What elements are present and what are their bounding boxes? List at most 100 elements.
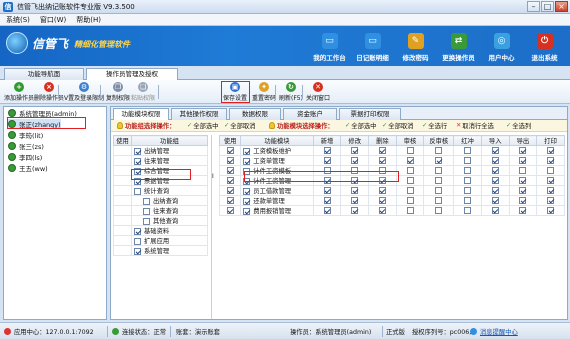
group-checkbox[interactable] — [143, 197, 150, 205]
group-row[interactable]: 系统管理 — [113, 245, 208, 256]
operator-item[interactable]: 李四(ls) — [8, 152, 42, 162]
group-row[interactable]: 扩展应用 — [113, 235, 208, 246]
perm-checkbox[interactable] — [464, 176, 472, 184]
perm-checkbox[interactable] — [351, 176, 359, 184]
perm-checkbox[interactable] — [491, 196, 499, 204]
use-checkbox[interactable] — [226, 176, 234, 184]
perm-checkbox[interactable] — [491, 186, 499, 194]
message-center-link[interactable]: 消息提醒中心 — [470, 327, 518, 336]
use-checkbox[interactable] — [226, 186, 234, 194]
perm-checkbox[interactable] — [464, 146, 472, 154]
group-select-all[interactable]: ✓ 全部选中 — [187, 121, 218, 130]
module-clear-all[interactable]: ✓ 全部取消 — [382, 121, 413, 130]
toolbar-delete-button[interactable]: × 删除操作员 — [34, 82, 64, 102]
perm-checkbox[interactable] — [435, 156, 443, 164]
module-row[interactable]: 计件工资模板 — [218, 165, 565, 176]
perm-checkbox[interactable] — [378, 196, 386, 204]
module-row[interactable]: 员工借款管理 — [218, 185, 565, 196]
perm-checkbox[interactable] — [378, 156, 386, 164]
perm-checkbox[interactable] — [351, 166, 359, 174]
topnav-monitor[interactable]: ▭ 日记账明细 — [351, 28, 394, 64]
group-row[interactable]: 往来管理 — [113, 155, 208, 166]
perm-tab[interactable]: 票据打印权限 — [339, 108, 401, 120]
perm-checkbox[interactable] — [547, 176, 555, 184]
perm-checkbox[interactable] — [491, 156, 499, 164]
perm-checkbox[interactable] — [519, 156, 527, 164]
module-row[interactable]: 还款单管理 — [218, 195, 565, 206]
group-checkbox[interactable] — [134, 167, 141, 175]
group-checkbox[interactable] — [143, 207, 150, 215]
perm-checkbox[interactable] — [323, 186, 331, 194]
operator-item[interactable]: 系统管理员(admin) — [8, 108, 77, 118]
menu-system[interactable]: 系统(S) — [6, 15, 30, 25]
toolbar-refresh-button[interactable]: ↻ 刷新(F5) — [279, 82, 303, 102]
perm-checkbox[interactable] — [378, 146, 386, 154]
perm-checkbox[interactable] — [491, 206, 499, 214]
group-checkbox[interactable] — [134, 237, 141, 245]
perm-checkbox[interactable] — [519, 146, 527, 154]
perm-checkbox[interactable] — [351, 186, 359, 194]
group-checkbox[interactable] — [134, 247, 141, 255]
perm-checkbox[interactable] — [435, 186, 443, 194]
topnav-globe[interactable]: ◎ 用户中心 — [480, 28, 523, 64]
module-row[interactable]: 费用报销管理 — [218, 205, 565, 216]
minimize-button[interactable]: – — [527, 1, 540, 12]
menu-help[interactable]: 帮助(H) — [76, 15, 101, 25]
perm-checkbox[interactable] — [491, 166, 499, 174]
toolbar-save-button[interactable]: ▣ 保存设置 — [223, 82, 247, 102]
group-checkbox[interactable] — [134, 227, 141, 235]
perm-checkbox[interactable] — [435, 146, 443, 154]
module-checkbox[interactable] — [243, 187, 251, 195]
module-checkbox[interactable] — [243, 167, 251, 175]
splitter[interactable] — [211, 135, 217, 319]
perm-checkbox[interactable] — [351, 156, 359, 164]
tab-navigation[interactable]: 功能导航面 — [4, 68, 84, 80]
perm-checkbox[interactable] — [323, 206, 331, 214]
topnav-power[interactable]: ⏻ 退出系统 — [523, 28, 566, 64]
perm-checkbox[interactable] — [351, 196, 359, 204]
perm-checkbox[interactable] — [519, 186, 527, 194]
perm-checkbox[interactable] — [435, 176, 443, 184]
module-select-all[interactable]: ✓ 全部选中 — [345, 121, 376, 130]
toolbar-paste-button[interactable]: ❏ 粘贴权限 — [131, 82, 155, 102]
perm-checkbox[interactable] — [547, 146, 555, 154]
perm-checkbox[interactable] — [351, 206, 359, 214]
perm-tab[interactable]: 资金账户 — [283, 108, 337, 120]
module-checkbox[interactable] — [243, 197, 251, 205]
cancel-all-rows[interactable]: ✕ 取消行全选 — [456, 121, 494, 130]
group-checkbox[interactable] — [143, 217, 150, 225]
menu-window[interactable]: 窗口(W) — [40, 15, 66, 25]
perm-checkbox[interactable] — [378, 206, 386, 214]
perm-checkbox[interactable] — [464, 206, 472, 214]
perm-checkbox[interactable] — [406, 156, 414, 164]
toolbar-key-button[interactable]: ✦ 重置密码 — [252, 82, 276, 102]
perm-checkbox[interactable] — [519, 196, 527, 204]
toolbar-add-button[interactable]: + 添加操作员 — [4, 82, 34, 102]
operator-item[interactable]: 张正(zhangy) — [8, 119, 61, 129]
perm-checkbox[interactable] — [464, 196, 472, 204]
perm-checkbox[interactable] — [519, 206, 527, 214]
operator-item[interactable]: 张三(zs) — [8, 141, 44, 151]
topnav-monitor[interactable]: ▭ 我的工作台 — [308, 28, 351, 64]
operator-item[interactable]: 李筠(lit) — [8, 130, 43, 140]
maximize-button[interactable]: □ — [541, 1, 554, 12]
close-window-button[interactable]: × — [555, 1, 568, 12]
use-checkbox[interactable] — [226, 196, 234, 204]
perm-checkbox[interactable] — [435, 196, 443, 204]
perm-checkbox[interactable] — [547, 186, 555, 194]
group-checkbox[interactable] — [134, 147, 141, 155]
module-row[interactable]: 工资模板维护 — [218, 145, 565, 156]
perm-checkbox[interactable] — [323, 156, 331, 164]
perm-checkbox[interactable] — [519, 166, 527, 174]
module-checkbox[interactable] — [243, 207, 251, 215]
toolbar-close-button[interactable]: ✕ 关闭窗口 — [306, 82, 330, 102]
group-row[interactable]: 统计查询 — [113, 185, 208, 196]
select-all-rows[interactable]: ✓ 全选行 — [422, 121, 447, 130]
perm-checkbox[interactable] — [464, 156, 472, 164]
perm-checkbox[interactable] — [406, 206, 414, 214]
perm-checkbox[interactable] — [435, 166, 443, 174]
perm-checkbox[interactable] — [323, 146, 331, 154]
module-row[interactable]: 工资单管理 — [218, 155, 565, 166]
use-checkbox[interactable] — [226, 166, 234, 174]
group-row[interactable]: 票据管理 — [113, 175, 208, 186]
